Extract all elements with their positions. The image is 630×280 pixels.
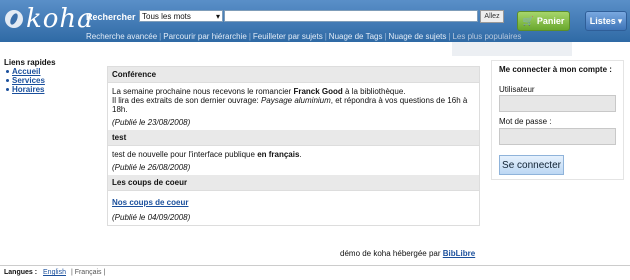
logo-text: koha: [26, 4, 94, 34]
search-submit-button[interactable]: Allez: [480, 10, 504, 23]
koha-logo[interactable]: koha: [5, 4, 94, 34]
news-item: Conférence La semaine prochaine nous rec…: [108, 67, 479, 130]
login-button[interactable]: Se connecter: [499, 155, 564, 175]
nav-separator: |: [324, 32, 327, 41]
news-panel: Conférence La semaine prochaine nous rec…: [107, 66, 480, 226]
search-type-value: Tous les mots: [142, 11, 191, 21]
news-title: test: [108, 130, 479, 146]
nav-subject-cloud[interactable]: Nuage de sujets: [389, 32, 447, 41]
chevron-down-icon: ▾: [617, 15, 623, 26]
news-text: à la bibliothèque.: [342, 87, 406, 96]
nav-separator: |: [248, 32, 251, 41]
hosted-by-text: démo de koha hébergée par: [340, 249, 443, 258]
news-published-date: (Publié le 04/09/2008): [112, 213, 191, 222]
bullet-icon: [6, 88, 9, 91]
cart-icon: 🛒: [522, 15, 534, 26]
chevron-down-icon: ▾: [215, 11, 220, 21]
news-text-bold: Franck Good: [293, 87, 343, 96]
quick-link-services[interactable]: Services: [12, 76, 45, 85]
username-field[interactable]: [499, 95, 616, 112]
login-title: Me connecter à mon compte :: [499, 65, 612, 74]
quick-link-home[interactable]: Accueil: [12, 67, 40, 76]
top-header: koha Rechercher Tous les mots ▾ Allez 🛒 …: [0, 0, 630, 42]
favorites-link[interactable]: Nos coups de coeur: [112, 198, 188, 207]
quick-link-item: Services: [4, 76, 56, 85]
news-item: test test de nouvelle pour l'interface p…: [108, 130, 479, 175]
quick-link-hours[interactable]: Horaires: [12, 85, 44, 94]
search-type-select[interactable]: Tous les mots ▾: [139, 10, 223, 22]
news-text: La semaine prochaine nous recevons le ro…: [112, 87, 294, 96]
hosted-by: démo de koha hébergée par BibLibre: [340, 249, 475, 258]
cart-button[interactable]: 🛒 Panier: [517, 11, 570, 31]
news-text-bold: en français: [257, 150, 300, 159]
quick-links-title: Liens rapides: [4, 58, 56, 67]
bullet-icon: [6, 79, 9, 82]
password-field[interactable]: [499, 128, 616, 145]
password-label: Mot de passe :: [499, 117, 552, 126]
nav-advanced-search[interactable]: Recherche avancée: [86, 32, 157, 41]
login-panel: Me connecter à mon compte : Utilisateur …: [491, 60, 624, 180]
lang-english-link[interactable]: English: [43, 269, 66, 276]
header-nav: Recherche avancée | Parcourir par hiérarch…: [86, 32, 521, 42]
news-item: Les coups de coeur Nos coups de coeur (P…: [108, 175, 479, 225]
quick-link-item: Horaires: [4, 85, 56, 94]
news-published-date: (Publié le 26/08/2008): [112, 163, 191, 172]
news-text: Il lira des extraits de son dernier ouvr…: [112, 96, 261, 105]
username-label: Utilisateur: [499, 85, 535, 94]
news-body: test de nouvelle pour l'interface publiq…: [108, 146, 479, 175]
nav-tag-cloud[interactable]: Nuage de Tags: [329, 32, 383, 41]
languages-label: Langues :: [4, 269, 38, 276]
news-text: test de nouvelle pour l'interface publiq…: [112, 150, 258, 159]
quick-links: Liens rapides Accueil Services Horaires: [4, 58, 56, 94]
nav-browse-hierarchy[interactable]: Parcourir par hiérarchie: [163, 32, 247, 41]
quick-link-item: Accueil: [4, 67, 56, 76]
cart-button-label: Panier: [536, 16, 565, 26]
search-label: Rechercher: [86, 12, 136, 22]
nav-separator: |: [159, 32, 162, 41]
koha-seal-icon: [5, 10, 23, 28]
lang-french-current: | Français |: [70, 269, 106, 276]
lists-button-label: Listes: [589, 16, 616, 26]
nav-most-popular[interactable]: Les plus populaires: [452, 32, 521, 41]
nav-separator: |: [448, 32, 451, 41]
news-text: .: [299, 150, 302, 159]
search-input[interactable]: [224, 10, 478, 22]
nav-separator: |: [384, 32, 387, 41]
nav-underlay: [452, 42, 572, 56]
news-title: Les coups de coeur: [108, 175, 479, 191]
language-bar: Langues : English | Français |: [0, 265, 630, 280]
news-published-date: (Publié le 23/08/2008): [112, 118, 191, 127]
nav-browse-subjects[interactable]: Feuilleter par sujets: [253, 32, 323, 41]
biblibre-link[interactable]: BibLibre: [443, 249, 475, 258]
bullet-icon: [6, 70, 9, 73]
news-body: Nos coups de coeur (Publié le 04/09/2008…: [108, 191, 479, 225]
news-body: La semaine prochaine nous recevons le ro…: [108, 83, 479, 130]
news-text-italic: Paysage aluminium: [260, 96, 331, 105]
news-title: Conférence: [108, 67, 479, 83]
lists-button[interactable]: Listes ▾: [585, 11, 627, 31]
